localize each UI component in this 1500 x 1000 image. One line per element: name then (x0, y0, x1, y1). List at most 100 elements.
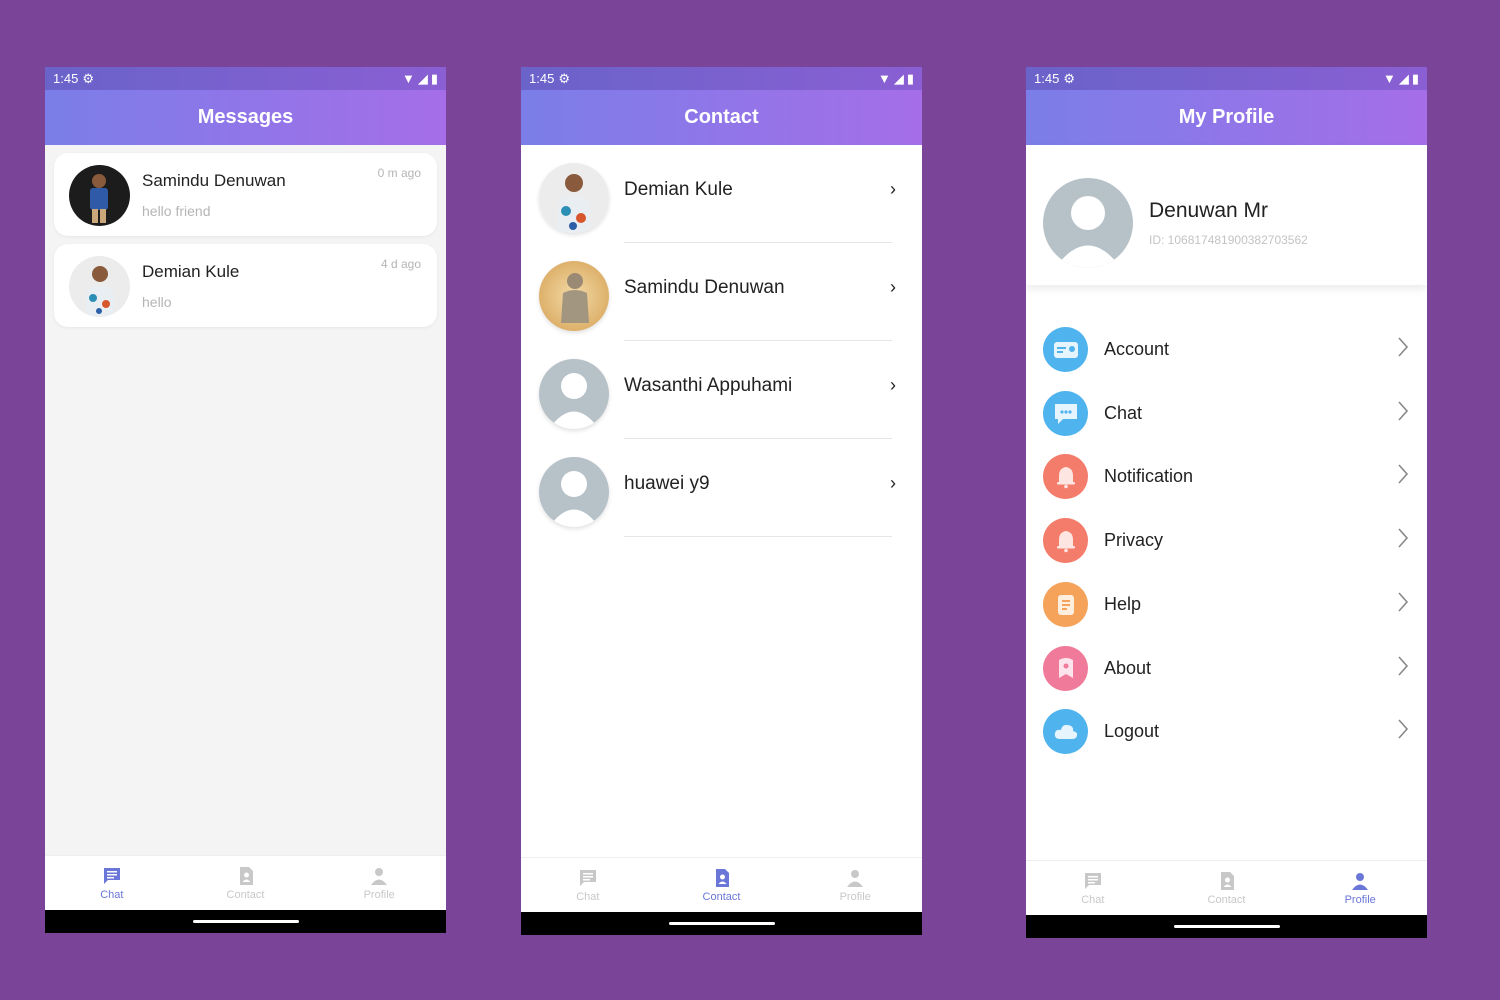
menu-label: Help (1104, 594, 1142, 614)
conversation-item[interactable]: Samindu Denuwan hello friend 0 m ago (54, 153, 437, 236)
profile-nav-icon (1352, 872, 1369, 890)
contact-screen: 1:45 ⚙ ▼ ◢ ▮ Contact Demian Kule › Samin… (521, 67, 922, 935)
bottom-nav: Chat Contact Profile (45, 855, 446, 910)
menu-item-privacy[interactable]: Privacy (1026, 518, 1427, 582)
status-time: 1:45 (53, 71, 79, 86)
menu-label: About (1104, 658, 1152, 678)
nav-label: Chat (100, 888, 124, 901)
nav-contact[interactable]: Contact (655, 858, 789, 912)
menu-label: Privacy (1104, 530, 1164, 550)
nav-contact[interactable]: Contact (1160, 861, 1294, 915)
nav-chat[interactable]: Chat (521, 858, 655, 912)
menu-item-chat[interactable]: Chat (1026, 391, 1427, 455)
page-title: Contact (684, 106, 759, 128)
profile-nav-icon (847, 869, 864, 887)
menu-item-about[interactable]: About (1026, 646, 1427, 710)
menu-item-help[interactable]: Help (1026, 582, 1427, 646)
nav-profile[interactable]: Profile (1293, 861, 1427, 915)
chat-bubble-icon (1043, 391, 1088, 436)
chevron-right-icon: › (890, 375, 896, 395)
contact-name: Samindu Denuwan (624, 277, 785, 298)
signal-icon: ◢ (417, 70, 428, 86)
avatar (69, 256, 130, 317)
app-bar: Contact (521, 90, 922, 145)
status-time: 1:45 (529, 71, 555, 86)
menu-item-logout[interactable]: Logout (1026, 709, 1427, 773)
message-preview: hello (142, 294, 172, 310)
messages-screen: 1:45 ⚙ ▼ ◢ ▮ Messages Samindu Denuwan he… (45, 67, 446, 933)
contact-name: Wasanthi Appuhami (624, 375, 793, 396)
page-title: Messages (197, 106, 294, 128)
account-card-icon (1043, 327, 1088, 372)
avatar (539, 359, 609, 429)
status-bar: 1:45 ⚙ ▼ ◢ ▮ (1026, 67, 1427, 90)
chat-nav-icon (579, 869, 596, 886)
status-indicators: ▼ ◢ ▮ (402, 71, 438, 87)
app-bar: Messages (45, 90, 446, 145)
battery-icon: ▮ (430, 70, 438, 86)
home-indicator[interactable] (192, 920, 299, 923)
profile-screen: 1:45 ⚙ ▼ ◢ ▮ My Profile Denuwan Mr ID: 1… (1026, 67, 1427, 938)
nav-label: Contact (702, 890, 741, 903)
nav-label: Profile (1344, 893, 1376, 906)
wifi-icon: ▼ (877, 71, 891, 86)
avatar (539, 457, 609, 527)
battery-icon: ▮ (906, 70, 914, 86)
nav-label: Profile (363, 888, 395, 901)
page-title: My Profile (1178, 106, 1275, 128)
battery-icon: ▮ (1411, 70, 1419, 86)
contact-item[interactable]: Demian Kule › (521, 145, 922, 243)
home-indicator-bar (1026, 915, 1427, 938)
nav-label: Contact (226, 888, 265, 901)
home-indicator[interactable] (668, 922, 775, 925)
chevron-right-icon (1397, 591, 1409, 618)
nav-label: Chat (576, 890, 600, 903)
home-indicator-bar (521, 912, 922, 935)
status-indicators: ▼ ◢ ▮ (878, 71, 914, 87)
chevron-right-icon (1397, 463, 1409, 490)
nav-chat[interactable]: Chat (45, 856, 179, 910)
bell-icon (1043, 454, 1088, 499)
contact-item[interactable]: Wasanthi Appuhami › (521, 341, 922, 439)
status-time: 1:45 (1034, 71, 1060, 86)
profile-id: ID: 106817481900382703562 (1149, 233, 1308, 247)
signal-icon: ◢ (1398, 70, 1409, 86)
chevron-right-icon: › (890, 277, 896, 297)
chevron-right-icon (1397, 718, 1409, 745)
home-indicator[interactable] (1173, 925, 1280, 928)
status-bar: 1:45 ⚙ ▼ ◢ ▮ (45, 67, 446, 90)
avatar (69, 165, 130, 226)
menu-label: Chat (1104, 403, 1143, 423)
avatar (539, 261, 609, 331)
nav-profile[interactable]: Profile (788, 858, 922, 912)
profile-header: Denuwan Mr ID: 106817481900382703562 (1026, 145, 1427, 285)
contact-item[interactable]: Samindu Denuwan › (521, 243, 922, 341)
nav-chat[interactable]: Chat (1026, 861, 1160, 915)
chevron-right-icon: › (890, 179, 896, 199)
menu-item-notification[interactable]: Notification (1026, 454, 1427, 518)
profile-name: Denuwan Mr (1149, 199, 1269, 222)
nav-profile[interactable]: Profile (312, 856, 446, 910)
avatar (539, 163, 609, 233)
menu-item-account[interactable]: Account (1026, 327, 1427, 391)
chat-nav-icon (103, 867, 120, 884)
app-bar: My Profile (1026, 90, 1427, 145)
menu-label: Account (1104, 339, 1170, 359)
chevron-right-icon (1397, 336, 1409, 363)
menu-label: Logout (1104, 721, 1160, 741)
nav-contact[interactable]: Contact (179, 856, 313, 910)
about-icon (1043, 646, 1088, 691)
contact-name: Samindu Denuwan (142, 171, 286, 190)
contact-name: huawei y9 (624, 473, 710, 494)
menu-label: Notification (1104, 466, 1194, 486)
contact-item[interactable]: huawei y9 › (521, 439, 922, 537)
contact-nav-icon (239, 866, 253, 885)
profile-nav-icon (371, 867, 388, 885)
wifi-icon: ▼ (1382, 71, 1396, 86)
contact-nav-icon (1220, 871, 1234, 890)
conversation-item[interactable]: Demian Kule hello 4 d ago (54, 244, 437, 327)
bottom-nav: Chat Contact Profile (521, 857, 922, 912)
message-preview: hello friend (142, 203, 211, 219)
home-indicator-bar (45, 910, 446, 933)
avatar[interactable] (1043, 178, 1133, 268)
